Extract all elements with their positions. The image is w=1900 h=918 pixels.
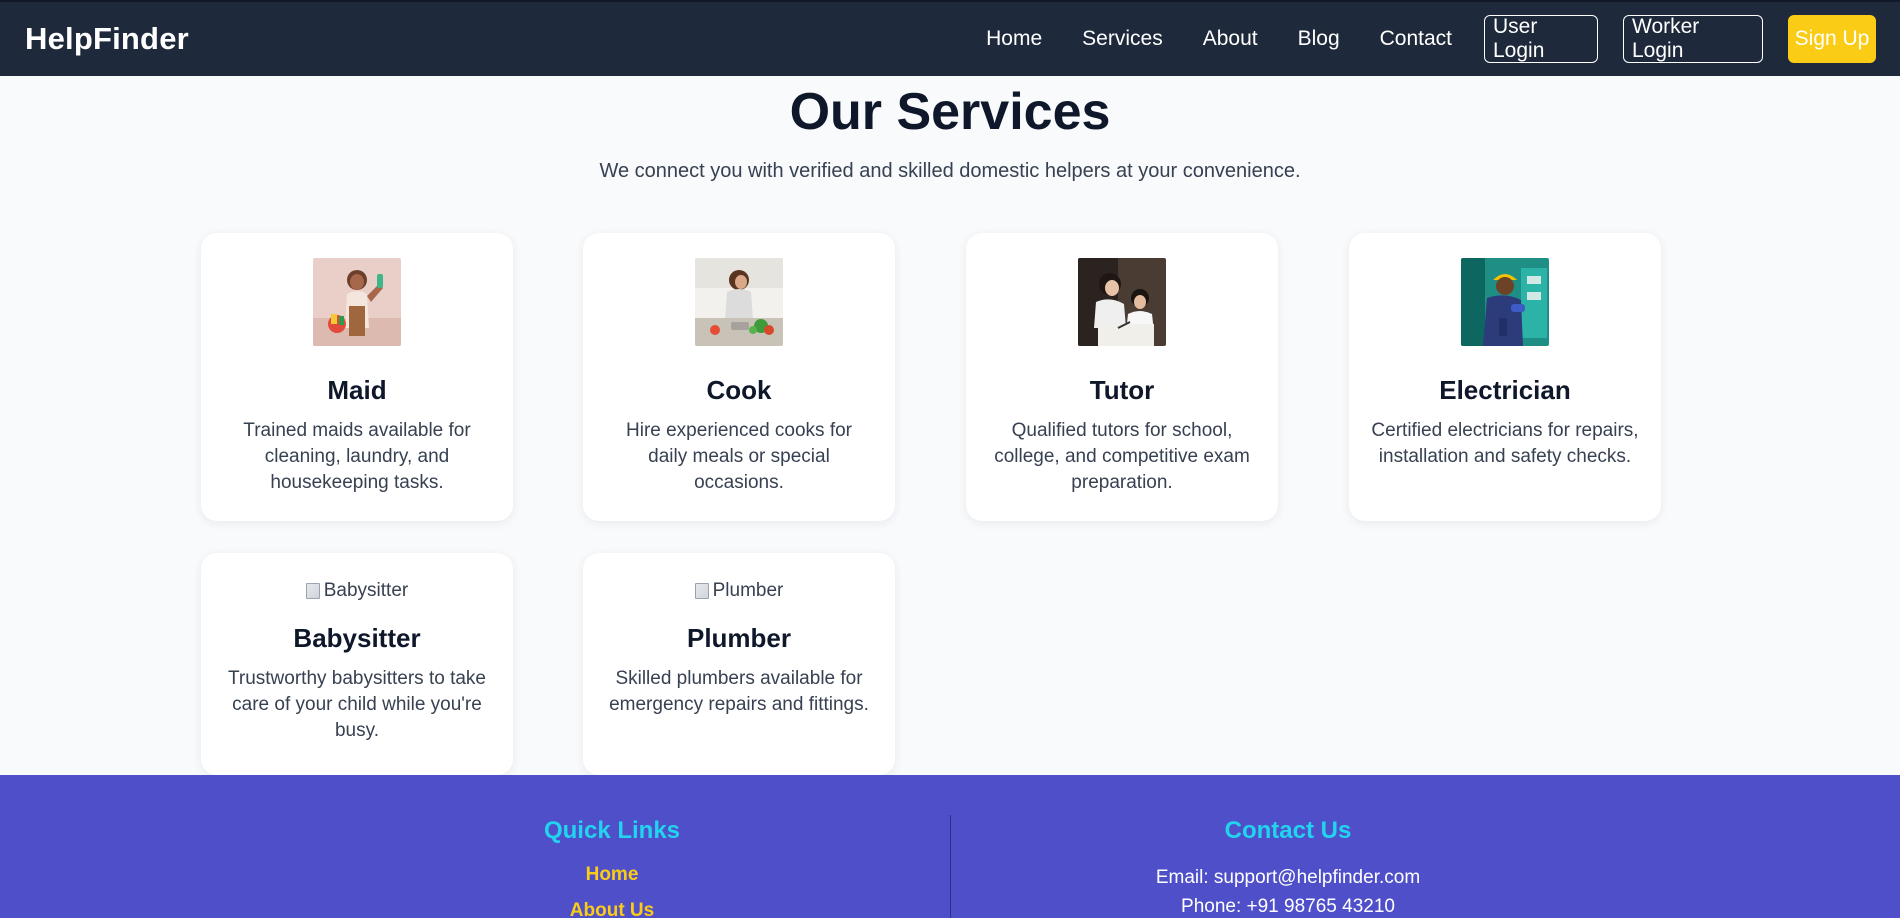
service-card-electrician: Electrician Certified electricians for r… <box>1349 233 1661 521</box>
electrician-photo <box>1461 258 1549 346</box>
service-description: Certified electricians for repairs, inst… <box>1371 420 1639 467</box>
nav-link-home[interactable]: Home <box>986 27 1042 51</box>
contact-details: Email: support@helpfinder.com Phone: +91… <box>1088 863 1488 918</box>
footer-link-list: Home About Us <box>512 863 712 918</box>
broken-image-icon <box>694 583 709 599</box>
page-subtitle: We connect you with verified and skilled… <box>599 160 1301 182</box>
service-card-plumber: Plumber Plumber Skilled plumbers availab… <box>583 553 895 775</box>
page-title: Our Services <box>789 83 1111 141</box>
nav-menu: Home Services About Blog Contact User Lo… <box>986 15 1876 63</box>
tutor-photo <box>1078 258 1166 346</box>
footer: Quick Links Home About Us Contact Us Ema… <box>0 775 1900 918</box>
nav-link-services[interactable]: Services <box>1082 27 1163 51</box>
service-title: Maid <box>327 375 387 405</box>
user-login-button[interactable]: User Login <box>1484 15 1598 63</box>
broken-image: Plumber <box>694 579 784 603</box>
service-card-cook: Cook Hire experienced cooks for daily me… <box>583 233 895 521</box>
service-title: Cook <box>706 375 772 405</box>
service-description: Hire experienced cooks for daily meals o… <box>626 420 852 493</box>
maid-photo <box>313 258 401 346</box>
contact-email: Email: support@helpfinder.com <box>1155 867 1421 888</box>
nav-link-contact[interactable]: Contact <box>1380 27 1452 51</box>
service-card-maid: Maid Trained maids available for cleanin… <box>201 233 513 521</box>
signup-button[interactable]: Sign Up <box>1788 15 1876 63</box>
footer-link-home[interactable]: Home <box>512 863 712 887</box>
footer-contact: Contact Us Email: support@helpfinder.com… <box>1088 817 1488 918</box>
service-title: Tutor <box>1089 375 1155 405</box>
broken-image: Babysitter <box>305 579 409 603</box>
service-title: Babysitter <box>293 623 421 653</box>
service-card-tutor: Tutor Qualified tutors for school, colle… <box>966 233 1278 521</box>
footer-link-about[interactable]: About Us <box>512 899 712 918</box>
service-description: Trained maids available for cleaning, la… <box>243 420 471 493</box>
contact-phone: Phone: +91 98765 43210 <box>1181 896 1395 917</box>
service-description: Qualified tutors for school, college, an… <box>994 420 1250 493</box>
image-alt-text: Babysitter <box>323 580 409 601</box>
service-card-babysitter: Babysitter Babysitter Trustworthy babysi… <box>201 553 513 775</box>
footer-divider <box>950 815 951 918</box>
service-title: Electrician <box>1439 375 1571 405</box>
nav-link-blog[interactable]: Blog <box>1298 27 1340 51</box>
service-description: Trustworthy babysitters to take care of … <box>227 668 486 741</box>
footer-heading: Quick Links <box>543 817 681 844</box>
image-alt-text: Plumber <box>712 580 784 601</box>
service-title: Plumber <box>686 623 792 653</box>
broken-image-icon <box>305 583 320 599</box>
footer-heading: Contact Us <box>1224 817 1352 844</box>
nav-link-about[interactable]: About <box>1203 27 1258 51</box>
brand-logo[interactable]: HelpFinder <box>25 21 189 57</box>
cook-photo <box>695 258 783 346</box>
navbar: HelpFinder Home Services About Blog Cont… <box>0 0 1900 76</box>
worker-login-button[interactable]: Worker Login <box>1623 15 1763 63</box>
footer-quick-links: Quick Links Home About Us <box>512 817 712 918</box>
service-description: Skilled plumbers available for emergency… <box>609 668 869 715</box>
